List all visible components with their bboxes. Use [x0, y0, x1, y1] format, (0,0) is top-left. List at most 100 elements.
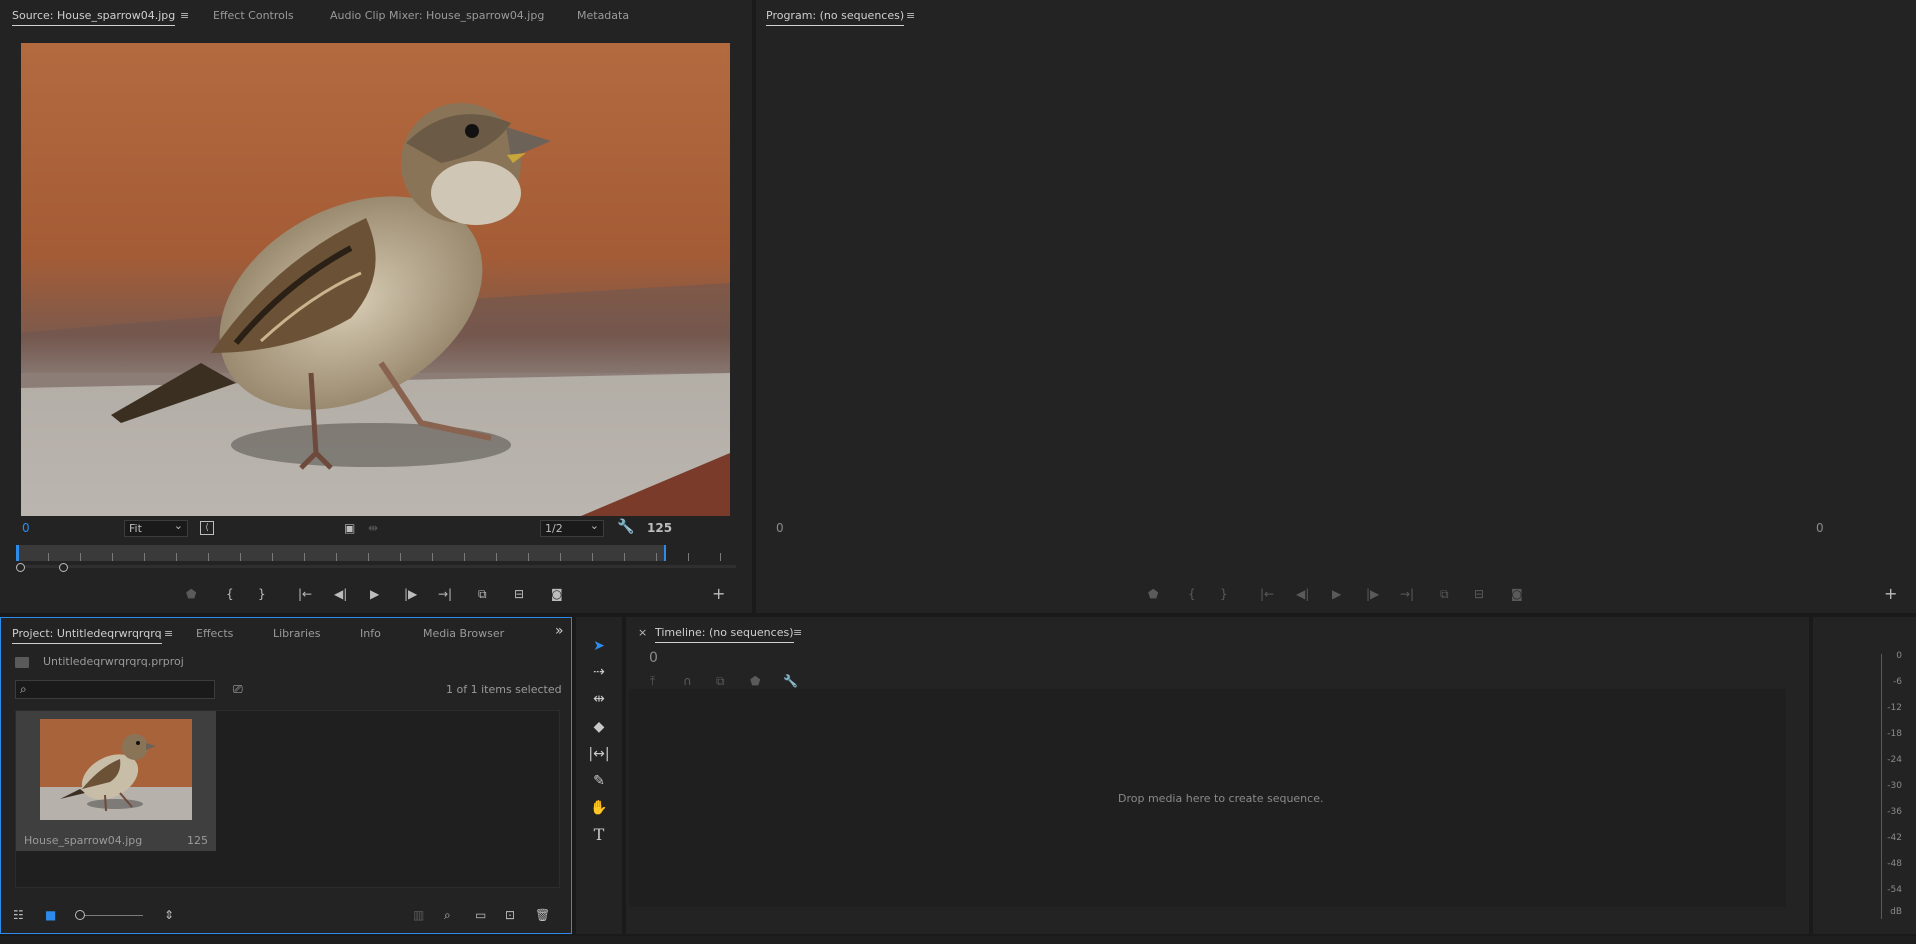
source-timecode-in[interactable]: 0 — [22, 521, 30, 535]
add-marker-icon[interactable]: ⬟ — [750, 674, 760, 688]
meter-tick: -24 — [1887, 755, 1902, 765]
zoom-scroll-bar[interactable] — [16, 565, 736, 568]
clear-icon[interactable]: 🗑 — [535, 908, 550, 922]
timeline-panel-menu-icon[interactable]: ≡ — [793, 626, 802, 639]
timeline-settings-wrench-icon[interactable]: 🔧 — [783, 674, 798, 688]
insert-overwrite-sequences-icon[interactable]: ⤒ — [650, 674, 655, 688]
new-bin-icon[interactable]: ▭ — [475, 908, 486, 922]
source-timecode-out: 125 — [647, 521, 673, 535]
timeline-timecode[interactable]: 0 — [649, 650, 658, 666]
lift-icon[interactable]: ⧉ — [1440, 587, 1449, 601]
ripple-edit-tool-icon[interactable]: ⇹ — [587, 688, 611, 710]
tab-project[interactable]: Project: Untitledeqrwrqrqrq — [12, 627, 162, 644]
timeline-panel: × Timeline: (no sequences) ≡ 0 ⤒ ∩ ⧉ ⬟ 🔧… — [626, 617, 1809, 934]
source-panel-menu-icon[interactable]: ≡ — [180, 9, 189, 22]
mark-in-icon[interactable]: { — [1188, 587, 1196, 601]
add-button-icon[interactable]: + — [712, 586, 725, 602]
list-item[interactable]: House_sparrow04.jpg 125 — [16, 711, 216, 851]
tab-timeline[interactable]: Timeline: (no sequences) — [655, 626, 794, 643]
clip-duration: 125 — [187, 834, 208, 847]
selection-count: 1 of 1 items selected — [446, 683, 562, 696]
new-search-bin-icon[interactable]: ⎚ — [233, 682, 243, 696]
tab-libraries[interactable]: Libraries — [273, 627, 321, 640]
add-marker-icon[interactable]: ⬟ — [1148, 587, 1158, 601]
meter-tick: -54 — [1887, 885, 1902, 895]
search-icon: ⌕ — [20, 682, 27, 696]
zoom-handle-left[interactable] — [16, 563, 25, 572]
tab-media-browser[interactable]: Media Browser — [423, 627, 504, 640]
source-time-ruler[interactable] — [16, 545, 736, 561]
add-button-icon[interactable]: + — [1884, 586, 1897, 602]
wrench-icon[interactable]: 🔧 — [617, 520, 634, 534]
program-timecode-in[interactable]: 0 — [776, 521, 784, 535]
zoom-select[interactable]: Fit ⌄ — [124, 519, 188, 537]
linked-selection-icon[interactable]: ⧉ — [716, 674, 725, 688]
go-to-out-icon[interactable]: →| — [438, 587, 452, 601]
hand-tool-icon[interactable]: ✋ — [587, 797, 611, 819]
safe-margins-icon[interactable]: ⟨ — [200, 521, 214, 535]
step-back-icon[interactable]: ◀| — [1296, 587, 1309, 601]
go-to-out-icon[interactable]: →| — [1400, 587, 1414, 601]
go-to-in-icon[interactable]: |← — [298, 587, 312, 601]
tab-audio-clip-mixer[interactable]: Audio Clip Mixer: House_sparrow04.jpg — [330, 9, 544, 22]
status-bar — [0, 936, 1916, 944]
slip-tool-icon[interactable]: |↔| — [587, 743, 611, 765]
tab-metadata[interactable]: Metadata — [577, 9, 629, 22]
drop-media-hint: Drop media here to create sequence. — [1118, 792, 1324, 805]
tab-program[interactable]: Program: (no sequences) — [766, 9, 905, 26]
overwrite-clip-icon[interactable]: ⊟ — [514, 587, 524, 601]
mark-out-icon[interactable]: } — [1220, 587, 1228, 601]
play-icon[interactable]: ▶ — [1332, 587, 1341, 601]
type-tool-icon[interactable]: T — [587, 824, 611, 846]
meter-tick: 0 — [1896, 651, 1902, 661]
meter-tick: -48 — [1887, 859, 1902, 869]
resolution-select[interactable]: 1/2 ⌄ — [540, 519, 604, 537]
thumbnail-size-slider[interactable] — [78, 915, 143, 916]
clip-name: House_sparrow04.jpg — [24, 834, 143, 847]
source-monitor-panel: Source: House_sparrow04.jpg ≡ Effect Con… — [0, 0, 752, 613]
insert-icon[interactable]: ▣ — [344, 521, 355, 535]
mark-out-icon[interactable]: } — [258, 587, 266, 601]
automate-to-sequence-icon[interactable]: ▥ — [413, 908, 424, 922]
meter-tick: -30 — [1887, 781, 1902, 791]
list-view-icon[interactable]: ☷ — [13, 908, 24, 922]
mark-in-icon[interactable]: { — [226, 587, 234, 601]
project-file-icon — [15, 657, 29, 668]
playhead[interactable] — [16, 545, 19, 561]
program-panel-menu-icon[interactable]: ≡ — [906, 9, 915, 22]
play-icon[interactable]: ▶ — [370, 587, 379, 601]
audio-meter-panel: 0 -6 -12 -18 -24 -30 -36 -42 -48 -54 dB — [1813, 617, 1916, 934]
razor-tool-icon[interactable]: ◆ — [587, 716, 611, 738]
go-to-in-icon[interactable]: |← — [1260, 587, 1274, 601]
meter-tick: -12 — [1887, 703, 1902, 713]
tab-source[interactable]: Source: House_sparrow04.jpg — [12, 9, 176, 26]
tab-effects[interactable]: Effects — [196, 627, 233, 640]
extract-icon[interactable]: ⊟ — [1474, 587, 1484, 601]
project-panel-menu-icon[interactable]: ≡ — [164, 627, 173, 640]
more-panels-icon[interactable]: » — [555, 623, 564, 639]
track-select-tool-icon[interactable]: ⇢ — [587, 661, 611, 683]
close-icon[interactable]: × — [638, 626, 647, 639]
step-forward-icon[interactable]: |▶ — [404, 587, 417, 601]
pen-tool-icon[interactable]: ✎ — [587, 770, 611, 792]
selection-tool-icon[interactable]: ➤ — [587, 635, 611, 657]
export-frame-icon[interactable]: ◙ — [551, 587, 563, 601]
project-search-input[interactable]: ⌕ — [15, 680, 215, 699]
meter-tick: -6 — [1893, 677, 1902, 687]
tab-info[interactable]: Info — [360, 627, 381, 640]
step-back-icon[interactable]: ◀| — [334, 587, 347, 601]
sort-icons-icon[interactable]: ⇕ — [164, 908, 174, 922]
icon-view-icon[interactable]: ■ — [45, 908, 56, 922]
step-forward-icon[interactable]: |▶ — [1366, 587, 1379, 601]
add-marker-icon[interactable]: ⬟ — [186, 587, 196, 601]
slider-handle[interactable] — [75, 910, 85, 920]
snap-icon[interactable]: ∩ — [683, 674, 692, 688]
tab-effect-controls[interactable]: Effect Controls — [213, 9, 294, 22]
new-item-icon[interactable]: ⊡ — [505, 908, 515, 922]
insert-clip-icon[interactable]: ⧉ — [478, 587, 487, 601]
zoom-handle-right[interactable] — [59, 563, 68, 572]
program-timecode-out: 0 — [1816, 521, 1824, 535]
find-icon[interactable]: ⌕ — [444, 908, 451, 922]
export-frame-icon[interactable]: ◙ — [1511, 587, 1523, 601]
project-panel: Project: Untitledeqrwrqrqrq ≡ Effects Li… — [0, 617, 572, 934]
